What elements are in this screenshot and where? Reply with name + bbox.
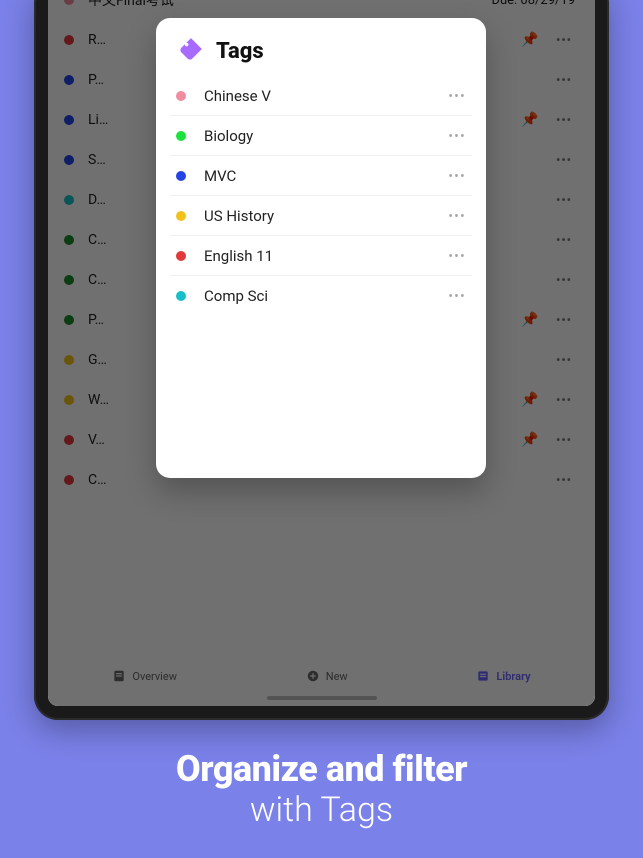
tag-label: MVC	[204, 167, 430, 185]
tag-row[interactable]: English 11 •••	[170, 236, 472, 276]
caption-line-1: Organize and filter	[0, 748, 643, 790]
tag-list: Chinese V ••• Biology ••• MVC ••• US History ••…	[156, 76, 486, 316]
caption-line-2: with Tags	[0, 790, 643, 830]
tablet-frame: 中文Final考试Due: 08/29/19R…📌•••P…•••Li…📌•••…	[34, 0, 609, 720]
tag-row[interactable]: Biology •••	[170, 116, 472, 156]
tag-label: Chinese V	[204, 87, 430, 105]
tag-row[interactable]: Chinese V •••	[170, 76, 472, 116]
promo-stage: 中文Final考试Due: 08/29/19R…📌•••P…•••Li…📌•••…	[0, 0, 643, 858]
tag-color-dot	[176, 291, 186, 301]
tag-color-dot	[176, 211, 186, 221]
tag-label: US History	[204, 207, 430, 225]
tag-color-dot	[176, 251, 186, 261]
tag-color-dot	[176, 171, 186, 181]
tag-label: Biology	[204, 127, 430, 145]
more-icon[interactable]: •••	[448, 209, 468, 223]
tag-color-dot	[176, 131, 186, 141]
tag-icon	[178, 36, 204, 66]
more-icon[interactable]: •••	[448, 129, 468, 143]
tag-label: Comp Sci	[204, 287, 430, 305]
more-icon[interactable]: •••	[448, 289, 468, 303]
tag-color-dot	[176, 91, 186, 101]
modal-title: Tags	[216, 39, 264, 64]
more-icon[interactable]: •••	[448, 89, 468, 103]
more-icon[interactable]: •••	[448, 169, 468, 183]
tag-row[interactable]: MVC •••	[170, 156, 472, 196]
tags-modal: Tags Chinese V•••Biology•••MVC•••US Hist…	[156, 18, 486, 478]
tablet-screen: 中文Final考试Due: 08/29/19R…📌•••P…•••Li…📌•••…	[48, 0, 595, 706]
tag-row[interactable]: US History •••	[170, 196, 472, 236]
tag-label: English 11	[204, 247, 430, 265]
promo-caption: Organize and filter with Tags	[0, 748, 643, 830]
tag-row[interactable]: Comp Sci •••	[170, 276, 472, 316]
modal-header: Tags	[156, 18, 486, 76]
more-icon[interactable]: •••	[448, 249, 468, 263]
